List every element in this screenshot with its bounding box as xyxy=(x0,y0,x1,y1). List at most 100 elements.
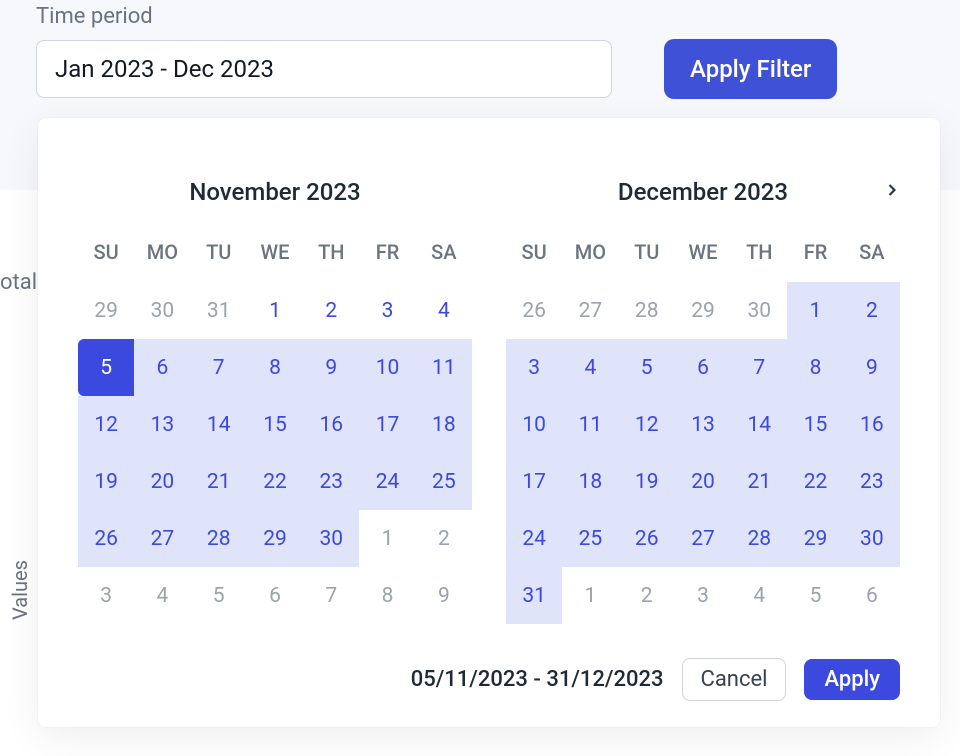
calendar-day[interactable]: 8 xyxy=(359,567,415,624)
calendar-day[interactable]: 13 xyxy=(675,396,731,453)
calendar-day[interactable]: 17 xyxy=(506,453,562,510)
calendar-day[interactable]: 7 xyxy=(191,339,247,396)
apply-filter-button[interactable]: Apply Filter xyxy=(664,39,837,99)
calendar-day[interactable]: 28 xyxy=(619,282,675,339)
weekday-header-right: SUMOTUWETHFRSA xyxy=(506,232,900,282)
calendar-day[interactable]: 3 xyxy=(506,339,562,396)
calendar-day[interactable]: 6 xyxy=(134,339,190,396)
calendar-day[interactable]: 5 xyxy=(78,339,134,396)
calendar-day[interactable]: 8 xyxy=(787,339,843,396)
calendar-day[interactable]: 26 xyxy=(619,510,675,567)
calendar-day[interactable]: 13 xyxy=(134,396,190,453)
time-period-label: Time period xyxy=(36,0,924,39)
calendar-day[interactable]: 2 xyxy=(619,567,675,624)
calendar-day[interactable]: 24 xyxy=(506,510,562,567)
calendar-day[interactable]: 16 xyxy=(844,396,900,453)
calendar-day[interactable]: 11 xyxy=(416,339,472,396)
calendar-day[interactable]: 27 xyxy=(675,510,731,567)
calendar-day[interactable]: 6 xyxy=(675,339,731,396)
calendar-day[interactable]: 5 xyxy=(191,567,247,624)
calendar-day[interactable]: 4 xyxy=(134,567,190,624)
calendar-day[interactable]: 25 xyxy=(416,453,472,510)
calendar-day[interactable]: 18 xyxy=(562,453,618,510)
weekday-label: WE xyxy=(247,232,303,282)
next-month-button[interactable] xyxy=(882,180,902,204)
calendar-day[interactable]: 15 xyxy=(247,396,303,453)
calendar-day[interactable]: 8 xyxy=(247,339,303,396)
calendar-day[interactable]: 10 xyxy=(506,396,562,453)
calendar-day[interactable]: 25 xyxy=(562,510,618,567)
calendar-day[interactable]: 20 xyxy=(675,453,731,510)
cancel-button[interactable]: Cancel xyxy=(682,658,787,701)
calendar-day[interactable]: 30 xyxy=(303,510,359,567)
date-range-input[interactable]: Jan 2023 - Dec 2023 xyxy=(36,40,612,98)
calendar-day[interactable]: 23 xyxy=(303,453,359,510)
calendar-day[interactable]: 3 xyxy=(359,282,415,339)
calendar-day[interactable]: 26 xyxy=(506,282,562,339)
calendar-day[interactable]: 28 xyxy=(731,510,787,567)
weekday-label: WE xyxy=(675,232,731,282)
calendar-day[interactable]: 18 xyxy=(416,396,472,453)
calendar-day[interactable]: 10 xyxy=(359,339,415,396)
calendar-day[interactable]: 31 xyxy=(191,282,247,339)
apply-button[interactable]: Apply xyxy=(804,659,900,700)
calendar-day[interactable]: 1 xyxy=(247,282,303,339)
calendar-day[interactable]: 6 xyxy=(247,567,303,624)
calendar-day[interactable]: 12 xyxy=(619,396,675,453)
calendar-day[interactable]: 14 xyxy=(731,396,787,453)
selected-range-text: 05/11/2023 - 31/12/2023 xyxy=(411,667,664,692)
calendar-day[interactable]: 20 xyxy=(134,453,190,510)
calendar-day[interactable]: 7 xyxy=(731,339,787,396)
calendar-day[interactable]: 2 xyxy=(303,282,359,339)
calendar-day[interactable]: 23 xyxy=(844,453,900,510)
picker-footer: 05/11/2023 - 31/12/2023 Cancel Apply xyxy=(78,658,900,701)
calendar-day[interactable]: 29 xyxy=(78,282,134,339)
truncated-total-label: otal xyxy=(0,270,37,295)
calendar-day[interactable]: 27 xyxy=(134,510,190,567)
calendar-day[interactable]: 30 xyxy=(731,282,787,339)
days-grid-right: 2627282930123456789101112131415161718192… xyxy=(506,282,900,624)
calendar-day[interactable]: 17 xyxy=(359,396,415,453)
calendar-day[interactable]: 1 xyxy=(787,282,843,339)
calendar-day[interactable]: 9 xyxy=(844,339,900,396)
calendar-day[interactable]: 15 xyxy=(787,396,843,453)
calendar-day[interactable]: 6 xyxy=(844,567,900,624)
calendar-day[interactable]: 19 xyxy=(619,453,675,510)
calendar-day[interactable]: 1 xyxy=(562,567,618,624)
calendar-day[interactable]: 30 xyxy=(134,282,190,339)
calendar-day[interactable]: 29 xyxy=(247,510,303,567)
calendar-day[interactable]: 22 xyxy=(787,453,843,510)
calendar-day[interactable]: 21 xyxy=(191,453,247,510)
weekday-label: MO xyxy=(134,232,190,282)
calendar-day[interactable]: 2 xyxy=(416,510,472,567)
calendar-day[interactable]: 3 xyxy=(675,567,731,624)
calendar-day[interactable]: 4 xyxy=(731,567,787,624)
calendar-day[interactable]: 5 xyxy=(787,567,843,624)
calendar-day[interactable]: 29 xyxy=(675,282,731,339)
month-left: November 2023 SUMOTUWETHFRSA 29303112345… xyxy=(78,178,472,624)
calendar-day[interactable]: 9 xyxy=(303,339,359,396)
calendar-day[interactable]: 29 xyxy=(787,510,843,567)
calendar-day[interactable]: 7 xyxy=(303,567,359,624)
calendar-day[interactable]: 3 xyxy=(78,567,134,624)
calendar-day[interactable]: 30 xyxy=(844,510,900,567)
calendar-day[interactable]: 19 xyxy=(78,453,134,510)
calendar-day[interactable]: 24 xyxy=(359,453,415,510)
calendar-day[interactable]: 2 xyxy=(844,282,900,339)
calendar-day[interactable]: 11 xyxy=(562,396,618,453)
calendar-day[interactable]: 21 xyxy=(731,453,787,510)
calendar-day[interactable]: 27 xyxy=(562,282,618,339)
calendar-day[interactable]: 26 xyxy=(78,510,134,567)
calendar-day[interactable]: 9 xyxy=(416,567,472,624)
weekday-label: TU xyxy=(619,232,675,282)
calendar-day[interactable]: 4 xyxy=(562,339,618,396)
calendar-day[interactable]: 22 xyxy=(247,453,303,510)
calendar-day[interactable]: 5 xyxy=(619,339,675,396)
calendar-day[interactable]: 31 xyxy=(506,567,562,624)
calendar-day[interactable]: 28 xyxy=(191,510,247,567)
calendar-day[interactable]: 1 xyxy=(359,510,415,567)
calendar-day[interactable]: 12 xyxy=(78,396,134,453)
calendar-day[interactable]: 14 xyxy=(191,396,247,453)
calendar-day[interactable]: 16 xyxy=(303,396,359,453)
calendar-day[interactable]: 4 xyxy=(416,282,472,339)
